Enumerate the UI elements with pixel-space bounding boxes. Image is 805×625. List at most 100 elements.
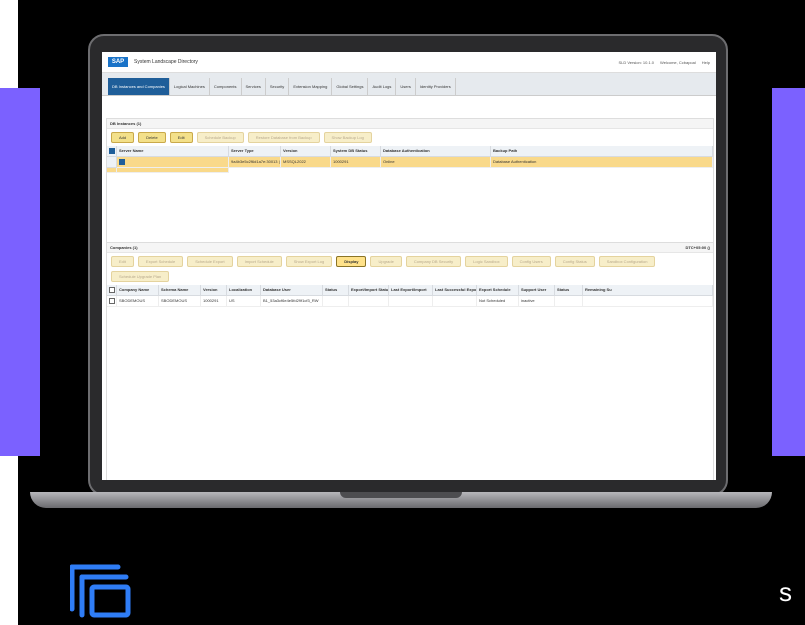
config-status-button[interactable]: Config Status — [554, 256, 595, 267]
checkbox-icon — [109, 287, 115, 293]
table-cell[interactable] — [349, 296, 389, 307]
column-header[interactable]: Support User — [519, 285, 555, 296]
column-header[interactable]: Remaining Su — [583, 285, 713, 296]
table-cell[interactable] — [433, 296, 477, 307]
show-backup-log-button[interactable]: Show Backup Log — [323, 132, 372, 143]
checkbox-icon — [119, 159, 125, 165]
edit-button[interactable]: Edit — [111, 256, 134, 267]
column-header[interactable]: Export Schedule — [477, 285, 519, 296]
schedule-upgrade-plan-button[interactable]: Schedule Upgrade Plan — [111, 271, 170, 282]
laptop-screen: SAP System Landscape Directory SLD Versi… — [102, 52, 716, 480]
table-cell[interactable]: Online — [381, 157, 491, 168]
show-export-log-button[interactable]: Show Export Log — [285, 256, 333, 267]
table-cell[interactable]: B1_53a3cf6e4e5fd29f1cf3_RW — [261, 296, 323, 307]
welcome-text[interactable]: Welcome, Ccbapoal — [660, 60, 696, 65]
column-header[interactable]: Schema Name — [159, 285, 201, 296]
column-header[interactable]: Last Export/Import — [389, 285, 433, 296]
table-cell-filler — [117, 168, 229, 173]
db-instances-toolbar: Add Delete Edit Schedule Backup Restore Data… — [107, 129, 713, 146]
config-users-button[interactable]: Config Users — [511, 256, 551, 267]
table-cell[interactable]: 9a4b3e5c2f6d1a7e:30013 | SEC0 1453 — [229, 157, 281, 168]
table-cell[interactable]: SBODEMOUS — [159, 296, 201, 307]
tab-components[interactable]: Components — [210, 78, 242, 95]
table-cell[interactable] — [555, 296, 583, 307]
column-header[interactable]: Status — [323, 285, 349, 296]
upgrade-button[interactable]: Upgrade — [370, 256, 402, 267]
companies-header: Companies (1) DTC+05:00 () — [107, 243, 713, 253]
table-cell[interactable]: MSSQL2022 — [281, 157, 331, 168]
column-header[interactable]: Database User — [261, 285, 323, 296]
column-header[interactable]: Company Name — [117, 285, 159, 296]
row-select-checkbox[interactable] — [107, 296, 117, 307]
tab-db-instances-and-companies[interactable]: DB Instances and Companies — [108, 78, 170, 95]
column-header[interactable]: Backup Path — [491, 146, 713, 157]
schedule-export-button[interactable]: Schedule Export — [187, 256, 233, 267]
brand-text-fragment: s — [779, 577, 792, 607]
select-all-checkbox[interactable] — [107, 285, 117, 296]
column-header[interactable]: Version — [281, 146, 331, 157]
checkbox-icon — [109, 148, 115, 154]
db-instances-table: Server Name Server Type Version System DB S… — [107, 146, 713, 173]
help-link[interactable]: Help — [702, 60, 710, 65]
import-schedule-button[interactable]: Import Schedule — [236, 256, 282, 267]
tab-global-settings[interactable]: Global Settings — [332, 78, 369, 95]
tab-identity-providers[interactable]: Identity Providers — [416, 78, 456, 95]
table-cell[interactable]: inactive — [519, 296, 555, 307]
sandbox-configuration-button[interactable]: Sandbox Configuration — [598, 256, 656, 267]
column-header[interactable]: Server Type — [229, 146, 281, 157]
column-header[interactable]: Server Name — [117, 146, 229, 157]
table-cell[interactable]: US — [227, 296, 261, 307]
sap-header: SAP System Landscape Directory SLD Versi… — [102, 52, 716, 73]
sap-logo: SAP — [108, 57, 128, 67]
tab-users[interactable]: Users — [396, 78, 416, 95]
table-cell[interactable]: Not Scheduled — [477, 296, 519, 307]
promo-stage: SAP System Landscape Directory SLD Versi… — [0, 0, 805, 625]
app-title: System Landscape Directory — [134, 59, 198, 65]
add-button[interactable]: Add — [111, 132, 135, 143]
companies-title: Companies (1) — [110, 245, 138, 250]
column-header[interactable]: Last Successful Export — [433, 285, 477, 296]
brand-logo-icon — [70, 564, 131, 618]
logic-sandbox-button[interactable]: Logic Sandbox — [465, 256, 508, 267]
tab-services[interactable]: Services — [242, 78, 266, 95]
export-schedule-button[interactable]: Export Schedule — [137, 256, 184, 267]
checkbox-icon — [109, 298, 115, 304]
timezone-text: DTC+05:00 () — [685, 245, 710, 250]
db-instances-title: DB Instances (1) — [107, 119, 713, 129]
table-cell[interactable] — [107, 168, 117, 173]
column-header[interactable]: Status — [555, 285, 583, 296]
table-cell[interactable]: Database Authentication — [491, 157, 713, 168]
row-select-checkbox[interactable] — [117, 157, 229, 168]
column-header[interactable]: Export/Import Status — [349, 285, 389, 296]
schedule-backup-button[interactable]: Schedule Backup — [196, 132, 244, 143]
table-cell[interactable] — [389, 296, 433, 307]
companies-panel: Companies (1) DTC+05:00 () Edit Export Sc… — [106, 242, 714, 480]
version-text: SLD Version: 10.1.0 — [618, 59, 655, 65]
table-cell[interactable]: SBODEMOUS — [117, 296, 159, 307]
delete-button[interactable]: Delete — [138, 132, 166, 143]
table-cell[interactable]: 1000291 — [331, 157, 381, 168]
select-all-checkbox[interactable] — [107, 146, 117, 157]
tab-logical-machines[interactable]: Logical Machines — [170, 78, 210, 95]
column-header[interactable]: System DB Status — [331, 146, 381, 157]
company-db-security-button[interactable]: Company DB Security — [405, 256, 462, 267]
table-cell[interactable] — [323, 296, 349, 307]
column-header[interactable]: Version — [201, 285, 227, 296]
column-header-filler — [107, 157, 117, 168]
table-cell[interactable]: 1000291 — [201, 296, 227, 307]
table-cell[interactable] — [583, 296, 713, 307]
tab-bar: DB Instances and Companies Logical Machin… — [102, 73, 716, 96]
column-header[interactable]: Localization — [227, 285, 261, 296]
tab-security[interactable]: Security — [266, 78, 290, 95]
laptop-notch — [340, 492, 462, 498]
edit-button[interactable]: Edit — [169, 132, 193, 143]
display-button[interactable]: Display — [336, 256, 367, 267]
restore-database-from-backup-button[interactable]: Restore Database from Backup — [247, 132, 320, 143]
companies-toolbar: Edit Export Schedule Schedule Export Import… — [107, 253, 713, 285]
tab-audit-logs[interactable]: Audit Logs — [368, 78, 397, 95]
tab-extension-mapping[interactable]: Extension Mapping — [289, 78, 333, 95]
column-header[interactable]: Database Authentication — [381, 146, 491, 157]
companies-table: Company Name Schema Name Version Localizati… — [107, 285, 713, 307]
purple-accent-left — [0, 88, 40, 456]
purple-accent-right — [772, 88, 805, 456]
